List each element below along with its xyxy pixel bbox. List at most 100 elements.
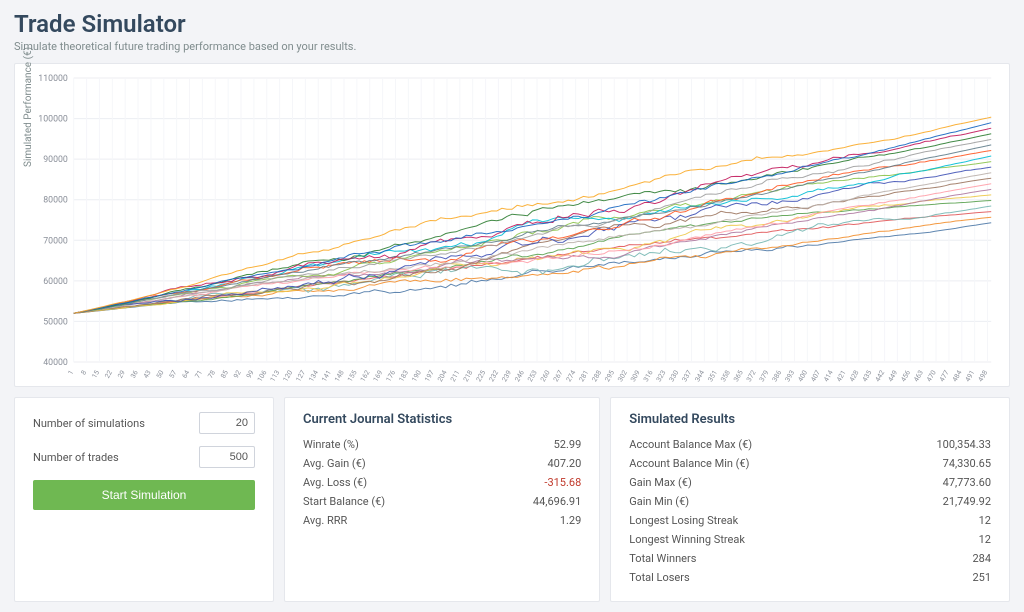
svg-text:90000: 90000	[43, 155, 68, 165]
svg-text:484: 484	[951, 369, 964, 382]
svg-text:113: 113	[269, 369, 282, 382]
svg-text:351: 351	[706, 369, 719, 382]
svg-text:267: 267	[552, 369, 565, 382]
svg-text:323: 323	[655, 369, 668, 382]
svg-text:295: 295	[603, 369, 616, 382]
svg-text:260: 260	[539, 369, 552, 382]
page-subtitle: Simulate theoretical future trading perf…	[14, 40, 1010, 53]
result-stat-row: Account Balance Max (€)100,354.33	[629, 435, 991, 454]
num-simulations-input[interactable]	[199, 412, 255, 434]
simulated-results-title: Simulated Results	[629, 412, 991, 427]
journal-stat-label: Avg. Gain (€)	[303, 457, 366, 470]
svg-text:442: 442	[874, 369, 887, 382]
svg-text:246: 246	[513, 369, 526, 382]
result-stat-row: Gain Min (€) 21,749.92	[629, 492, 991, 511]
svg-text:162: 162	[359, 369, 372, 382]
journal-stat-value: 407.20	[547, 457, 581, 470]
result-stat-value: 12	[979, 514, 991, 527]
svg-text:498: 498	[977, 369, 990, 382]
result-stat-row: Total Winners 284	[629, 549, 991, 568]
svg-text:477: 477	[938, 369, 951, 382]
journal-stat-value: -315.68	[544, 476, 581, 489]
num-simulations-label: Number of simulations	[33, 417, 145, 430]
svg-text:70000: 70000	[43, 236, 68, 246]
svg-text:463: 463	[912, 369, 925, 382]
result-stat-value: 74,330.65	[943, 457, 991, 470]
svg-text:50000: 50000	[43, 317, 68, 327]
result-stat-label: Account Balance Min (€)	[629, 457, 749, 470]
result-stat-label: Total Winners	[629, 552, 696, 565]
journal-stat-row: Avg. Gain (€) 407.20	[303, 454, 581, 473]
svg-text:183: 183	[397, 369, 410, 382]
svg-text:110000: 110000	[38, 74, 68, 84]
svg-text:232: 232	[488, 369, 501, 382]
result-stat-label: Gain Max (€)	[629, 476, 692, 489]
svg-text:155: 155	[346, 369, 359, 382]
svg-text:8: 8	[80, 369, 89, 377]
result-stat-row: Account Balance Min (€) 74,330.65	[629, 454, 991, 473]
svg-text:190: 190	[410, 369, 423, 382]
result-stat-value: 21,749.92	[943, 495, 991, 508]
svg-text:50: 50	[155, 369, 166, 380]
svg-text:71: 71	[193, 369, 204, 380]
svg-text:60000: 60000	[43, 277, 68, 287]
result-stat-value: 47,773.60	[943, 476, 991, 489]
result-stat-value: 100,354.33	[936, 438, 991, 451]
result-stat-value: 12	[979, 533, 991, 546]
svg-text:379: 379	[758, 369, 771, 382]
svg-text:456: 456	[899, 369, 912, 382]
svg-text:127: 127	[295, 369, 308, 382]
svg-text:211: 211	[449, 369, 462, 382]
svg-text:197: 197	[423, 369, 436, 382]
svg-text:15: 15	[90, 369, 101, 380]
start-simulation-button[interactable]: Start Simulation	[33, 480, 255, 510]
svg-text:43: 43	[142, 369, 153, 380]
svg-text:176: 176	[385, 369, 398, 382]
simulation-chart: Simulated Performance (€) 40000500006000…	[25, 72, 999, 382]
svg-text:85: 85	[219, 369, 230, 380]
result-stat-value: 284	[972, 552, 991, 565]
journal-stat-row: Winrate (%)52.99	[303, 435, 581, 454]
svg-text:302: 302	[616, 369, 629, 382]
svg-text:316: 316	[642, 369, 655, 382]
svg-text:407: 407	[809, 369, 822, 382]
result-stat-label: Total Losers	[629, 571, 689, 584]
journal-stat-value: 1.29	[560, 514, 581, 527]
result-stat-label: Longest Winning Streak	[629, 533, 745, 546]
result-stat-row: Gain Max (€) 47,773.60	[629, 473, 991, 492]
journal-stat-value: 44,696.91	[533, 495, 581, 508]
journal-stats-panel: Current Journal Statistics Winrate (%)52…	[284, 397, 600, 602]
svg-text:358: 358	[719, 369, 732, 382]
svg-text:239: 239	[500, 369, 513, 382]
num-trades-input[interactable]	[199, 446, 255, 468]
svg-text:169: 169	[372, 369, 385, 382]
svg-text:435: 435	[861, 369, 874, 382]
result-stat-label: Gain Min (€)	[629, 495, 689, 508]
chart-card: Simulated Performance (€) 40000500006000…	[14, 63, 1010, 387]
result-stat-row: Total Losers251	[629, 568, 991, 587]
svg-text:141: 141	[320, 369, 333, 382]
svg-text:29: 29	[116, 369, 127, 380]
controls-panel: Number of simulations Number of trades S…	[14, 397, 274, 602]
svg-text:386: 386	[771, 369, 784, 382]
journal-stat-label: Start Balance (€)	[303, 495, 385, 508]
svg-text:134: 134	[307, 369, 320, 382]
svg-text:274: 274	[565, 369, 578, 382]
svg-text:148: 148	[333, 369, 346, 382]
svg-text:400: 400	[796, 369, 809, 382]
journal-stat-label: Avg. RRR	[303, 514, 347, 527]
page-title: Trade Simulator	[14, 10, 1010, 38]
result-stat-label: Longest Losing Streak	[629, 514, 738, 527]
journal-stat-value: 52.99	[554, 438, 582, 451]
svg-text:330: 330	[668, 369, 681, 382]
svg-text:57: 57	[168, 369, 179, 380]
simulated-results-panel: Simulated Results Account Balance Max (€…	[610, 397, 1010, 602]
svg-text:80000: 80000	[43, 196, 68, 206]
journal-stat-label: Avg. Loss (€)	[303, 476, 367, 489]
svg-text:36: 36	[129, 369, 140, 380]
svg-text:372: 372	[745, 369, 758, 382]
journal-stat-row: Avg. Loss (€) -315.68	[303, 473, 581, 492]
result-stat-row: Longest Winning Streak 12	[629, 530, 991, 549]
svg-text:120: 120	[282, 369, 295, 382]
svg-text:414: 414	[822, 369, 835, 382]
